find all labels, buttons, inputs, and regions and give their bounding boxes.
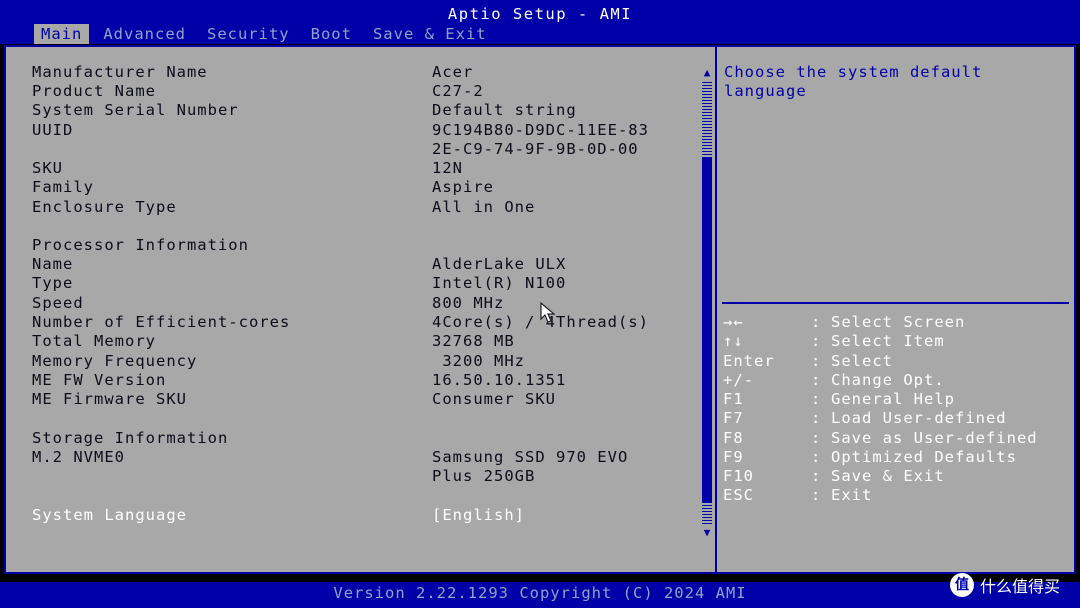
key-separator: :	[811, 352, 821, 370]
cpu-name-value: AlderLake ULX	[432, 255, 567, 273]
key-separator: :	[811, 332, 821, 350]
key-desc-select-item: Select Item	[831, 332, 945, 350]
help-text-line1: Choose the system default	[724, 63, 983, 81]
product-label: Product Name	[32, 82, 156, 100]
manufacturer-value: Acer	[432, 63, 474, 81]
total-memory-value: 32768 MB	[432, 332, 515, 350]
key-f9: F9	[723, 448, 744, 466]
key-separator: :	[811, 429, 821, 447]
key-separator: :	[811, 486, 821, 504]
help-text-line2: language	[724, 82, 807, 100]
nvme-value-line2: Plus 250GB	[432, 467, 536, 485]
cpu-type-label: Type	[32, 274, 74, 292]
key-desc-save-user: Save as User-defined	[831, 429, 1038, 447]
panel-divider	[715, 45, 717, 574]
key-desc-select: Select	[831, 352, 893, 370]
scrollbar-track-bottom[interactable]	[702, 502, 712, 524]
storage-heading: Storage Information	[32, 429, 229, 447]
cpu-type-value: Intel(R) N100	[432, 274, 567, 292]
nvme-label: M.2 NVME0	[32, 448, 125, 466]
key-desc-save-exit: Save & Exit	[831, 467, 945, 485]
key-separator: :	[811, 371, 821, 389]
key-desc-general-help: General Help	[831, 390, 955, 408]
uuid-value-line1: 9C194B80-D9DC-11EE-83	[432, 121, 649, 139]
mouse-cursor-icon	[540, 302, 556, 323]
cpu-name-label: Name	[32, 255, 74, 273]
uuid-value-line2: 2E-C9-74-9F-9B-0D-00	[432, 140, 639, 158]
tab-main[interactable]: Main	[34, 24, 90, 44]
product-value: C27-2	[432, 82, 484, 100]
tab-security[interactable]: Security	[200, 24, 297, 44]
nvme-value-line1: Samsung SSD 970 EVO	[432, 448, 629, 466]
key-desc-select-screen: Select Screen	[831, 313, 966, 331]
key-separator: :	[811, 467, 821, 485]
memory-frequency-label: Memory Frequency	[32, 352, 198, 370]
key-f1: F1	[723, 390, 744, 408]
key-desc-change-opt: Change Opt.	[831, 371, 945, 389]
tab-advanced[interactable]: Advanced	[96, 24, 193, 44]
watermark-text: 什么值得买	[980, 577, 1061, 596]
me-fw-label: ME FW Version	[32, 371, 167, 389]
sku-value: 12N	[432, 159, 463, 177]
scroll-up-arrow-icon[interactable]: ▲	[701, 67, 713, 79]
scroll-down-arrow-icon[interactable]: ▼	[701, 527, 713, 539]
uuid-label: UUID	[32, 121, 74, 139]
memory-frequency-value: 3200 MHz	[432, 352, 525, 370]
key-desc-optimized-defaults: Optimized Defaults	[831, 448, 1017, 466]
enclosure-value: All in One	[432, 198, 536, 216]
family-label: Family	[32, 178, 94, 196]
scrollbar-thumb[interactable]	[702, 157, 712, 502]
watermark: 值 什么值得买	[950, 572, 1060, 598]
key-enter: Enter	[723, 352, 775, 370]
total-memory-label: Total Memory	[32, 332, 156, 350]
key-separator: :	[811, 409, 821, 427]
tab-bar: Main Advanced Security Boot Save & Exit	[34, 24, 501, 44]
manufacturer-label: Manufacturer Name	[32, 63, 208, 81]
key-separator: :	[811, 448, 821, 466]
help-divider	[722, 302, 1069, 304]
key-separator: :	[811, 313, 821, 331]
version-text: Version 2.22.1293 Copyright (C) 2024 AMI	[333, 584, 747, 602]
me-sku-value: Consumer SKU	[432, 390, 556, 408]
key-separator: :	[811, 390, 821, 408]
key-f10: F10	[723, 467, 754, 485]
key-desc-load-user: Load User-defined	[831, 409, 1007, 427]
key-f7: F7	[723, 409, 744, 427]
enclosure-label: Enclosure Type	[32, 198, 177, 216]
serial-label: System Serial Number	[32, 101, 239, 119]
key-arrows-lr: →←	[723, 313, 744, 331]
window-title: Aptio Setup - AMI	[447, 5, 633, 23]
processor-heading: Processor Information	[32, 236, 249, 254]
cpu-speed-value: 800 MHz	[432, 294, 505, 312]
family-value: Aspire	[432, 178, 494, 196]
tab-save-exit[interactable]: Save & Exit	[366, 24, 494, 44]
key-plus-minus: +/-	[723, 371, 754, 389]
tab-boot[interactable]: Boot	[304, 24, 359, 44]
watermark-logo-icon: 值	[950, 573, 974, 597]
sku-label: SKU	[32, 159, 63, 177]
me-fw-value: 16.50.10.1351	[432, 371, 567, 389]
key-arrows-ud: ↑↓	[723, 332, 744, 350]
key-desc-exit: Exit	[831, 486, 873, 504]
system-language-label[interactable]: System Language	[32, 506, 187, 525]
scrollbar-track-top[interactable]	[702, 82, 712, 157]
cpu-speed-label: Speed	[32, 294, 84, 312]
key-esc: ESC	[723, 486, 754, 504]
cores-label: Number of Efficient-cores	[32, 313, 291, 331]
key-f8: F8	[723, 429, 744, 447]
system-language-value[interactable]: [English]	[432, 506, 525, 525]
me-sku-label: ME Firmware SKU	[32, 390, 187, 408]
serial-value: Default string	[432, 101, 577, 119]
